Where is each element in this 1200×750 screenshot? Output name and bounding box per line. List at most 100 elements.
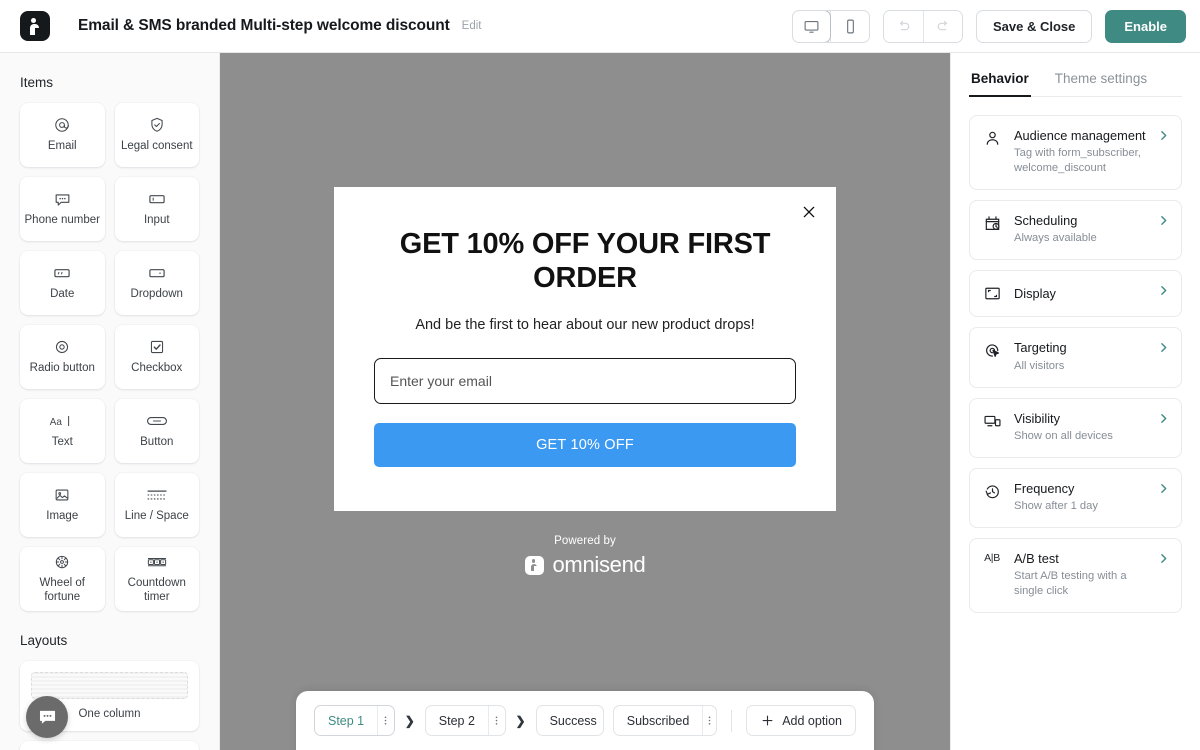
chat-bubble-icon [39,710,55,724]
desktop-view-button[interactable] [793,10,831,42]
step-label[interactable]: Step 2 [426,706,488,735]
sidebar-item-radio-button[interactable]: Radio button [20,325,105,389]
sidebar-item-image[interactable]: Image [20,473,105,537]
popup-preview: GET 10% OFF YOUR FIRST ORDER And be the … [334,187,836,578]
setting-scheduling[interactable]: Scheduling Always available [969,200,1182,261]
setting-audience-management[interactable]: Audience management Tag with form_subscr… [969,115,1182,191]
setting-title: Frequency [1014,480,1075,496]
sidebar-item-label: Button [140,436,174,449]
tab-theme-settings[interactable]: Theme settings [1053,71,1149,97]
sidebar-item-button[interactable]: Button [114,399,199,463]
page-title: Email & SMS branded Multi-step welcome d… [78,17,450,34]
popup-cta-button[interactable]: GET 10% OFF [374,423,796,467]
sidebar-item-text[interactable]: Aa Text [20,399,105,463]
setting-description: Show on all devices [1014,429,1113,442]
mobile-icon [846,19,854,33]
items-grid: Email Legal consent Phone number Input D… [20,103,199,611]
popup-card[interactable]: GET 10% OFF YOUR FIRST ORDER And be the … [334,187,836,511]
edit-title-link[interactable]: Edit [462,20,482,32]
setting-title: Visibility [1014,410,1060,426]
sidebar-item-checkbox[interactable]: Checkbox [114,325,199,389]
powered-by-label: Powered by [554,535,616,547]
step-arrow-icon: ❯ [515,713,526,728]
save-and-close-button[interactable]: Save & Close [976,9,1093,43]
sidebar-item-label: Legal consent [120,140,193,153]
setting-title: Targeting [1014,340,1067,356]
sidebar-item-legal-consent[interactable]: Legal consent [114,103,199,167]
sidebar-item-dropdown[interactable]: Dropdown [114,251,199,315]
setting-title: A/B test [1014,551,1059,567]
step-label[interactable]: Subscribed [614,706,703,735]
chat-support-button[interactable] [26,696,68,738]
sidebar-item-label: Dropdown [130,288,183,301]
shield-check-icon [148,116,166,134]
tab-behavior[interactable]: Behavior [969,71,1031,97]
redo-button[interactable] [923,10,962,42]
step-item-step-1[interactable]: Step 1 [314,705,395,736]
svg-text:Aa: Aa [50,417,63,428]
sidebar-item-date[interactable]: Date [20,251,105,315]
settings-cards: Audience management Tag with form_subscr… [969,115,1182,614]
undo-button[interactable] [884,10,923,42]
sidebar-item-email[interactable]: Email [20,103,105,167]
chevron-right-icon [1157,283,1170,303]
kebab-menu-icon [495,716,498,725]
chevron-right-icon [1157,128,1170,176]
setting-description: Always available [1014,232,1097,245]
step-options-button[interactable] [702,706,716,735]
popup-preview-canvas: GET 10% OFF YOUR FIRST ORDER And be the … [220,53,950,750]
mobile-view-button[interactable] [830,10,869,42]
sidebar-item-wheel-of-fortune[interactable]: Wheel of fortune [20,547,105,611]
close-icon [803,206,815,218]
redo-icon [937,20,947,30]
sidebar-item-countdown-timer[interactable]: Countdown timer [114,547,199,611]
plus-icon [762,715,773,726]
wheel-of-fortune-icon [53,553,71,571]
layout-two-columns[interactable] [20,741,199,750]
setting-ab-test[interactable]: A|B A/B test Start A/B testing with a si… [969,538,1182,614]
setting-description: Show after 1 day [1014,500,1098,513]
setting-title: Display [1014,285,1056,301]
step-options-button[interactable] [377,706,394,735]
omnisend-badge-icon [524,555,544,575]
image-icon [53,486,71,504]
sidebar-item-input[interactable]: Input [114,177,199,241]
setting-visibility[interactable]: Visibility Show on all devices [969,397,1182,458]
step-item-step-2[interactable]: Step 2 [424,705,506,736]
steps-navigation-bar: Step 1 ❯ Step 2 ❯ Success Subscribed Add… [296,691,874,750]
layouts-heading: Layouts [20,633,68,648]
sidebar-item-label: Line / Space [124,510,189,523]
step-label[interactable]: Success [537,706,603,735]
date-field-icon [52,264,72,282]
add-option-button[interactable]: Add option [746,705,856,736]
settings-panel: Behavior Theme settings Audience managem… [950,53,1200,750]
steps-divider [731,709,733,732]
setting-frequency[interactable]: Frequency Show after 1 day [969,467,1182,529]
setting-display[interactable]: Display [969,270,1182,318]
checkbox-icon [148,338,166,356]
device-toggle [792,9,870,43]
chevron-right-icon [1157,340,1170,373]
enable-button[interactable]: Enable [1105,9,1186,43]
calendar-clock-icon [981,213,1003,246]
ab-test-icon: A|B [984,552,1000,565]
app-header: Email & SMS branded Multi-step welcome d… [0,0,1200,53]
sidebar-item-phone-number[interactable]: Phone number [20,177,105,241]
step-item-subscribed[interactable]: Subscribed [612,705,718,736]
sidebar-item-label: Email [47,140,77,153]
email-input[interactable] [374,358,796,404]
step-label[interactable]: Step 1 [315,706,377,735]
button-icon [146,412,168,430]
sidebar-item-line-space[interactable]: Line / Space [114,473,199,537]
setting-targeting[interactable]: Targeting All visitors [969,327,1182,388]
app-body: Items Email Legal consent Phone number I… [0,53,1200,750]
step-item-success[interactable]: Success [535,705,604,736]
sidebar-item-label: Phone number [24,214,100,227]
step-options-button[interactable] [487,706,505,735]
popup-close-button[interactable] [796,199,822,225]
settings-tabs: Behavior Theme settings [969,71,1182,97]
chevron-right-icon [1157,481,1170,514]
history-controls [883,9,963,43]
add-option-label: Add option [782,713,842,728]
input-field-icon [147,190,167,208]
